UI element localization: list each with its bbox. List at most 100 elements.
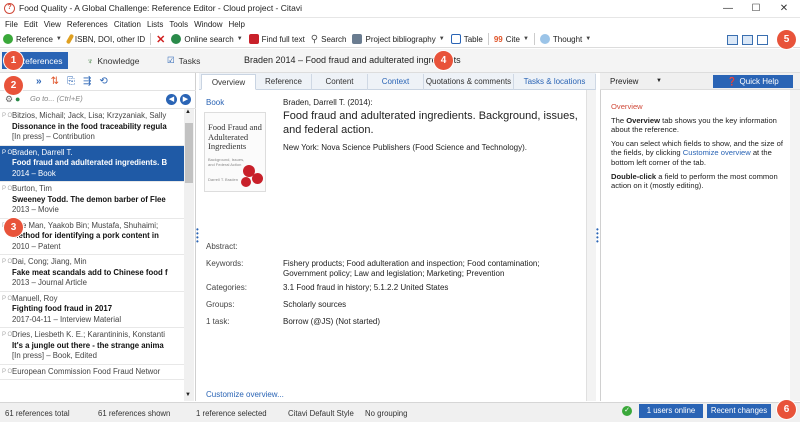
customize-overview-link[interactable]: Customize overview... [206, 390, 284, 399]
reference-item-title: It's a jungle out there - the strange an… [12, 340, 164, 350]
close-button[interactable]: ✕ [770, 0, 798, 18]
reference-list-scrollbar[interactable]: ▲ ▼ [184, 109, 194, 401]
thought-button[interactable]: Thought ▼ [537, 32, 594, 47]
preview-dropdown[interactable]: Preview [610, 77, 638, 86]
cover-subtitle: Background, Issues, and Federal Action [208, 157, 245, 167]
tab-overview[interactable]: Overview [201, 74, 256, 90]
status-shown: 61 references shown [98, 409, 171, 418]
table-button[interactable]: Table [448, 32, 486, 47]
tab-tasks-locations[interactable]: Tasks & locations [514, 74, 596, 90]
menu-citation[interactable]: Citation [114, 20, 141, 29]
menu-references[interactable]: References [67, 20, 108, 29]
find-full-text-button[interactable]: Find full text [246, 32, 308, 47]
recent-changes-button[interactable]: Recent changes [707, 404, 771, 418]
quick-help-button[interactable]: ❓ Quick Help [713, 75, 793, 88]
callout-badge: 5 [777, 30, 796, 49]
isbn-button[interactable]: ISBN, DOI, other ID [65, 32, 148, 47]
menu-window[interactable]: Window [194, 20, 222, 29]
splitter-handle[interactable]: • • • • [596, 226, 599, 246]
maximize-button[interactable]: ☐ [742, 0, 770, 18]
next-button[interactable]: ▶ [180, 94, 191, 105]
scroll-up-icon[interactable]: ▲ [185, 109, 191, 115]
reference-author: Dries, Liesbeth K. E.; Karantininis, Kon… [12, 330, 165, 339]
scroll-down-icon[interactable]: ▼ [185, 392, 191, 398]
tab-context[interactable]: Context [368, 74, 424, 90]
reference-list-item[interactable]: P OChe Man, Yaakob Bin; Mustafa, Shuhaim… [0, 219, 184, 255]
online-search-button[interactable]: Online search ▼ [168, 32, 245, 47]
berry-decoration [241, 177, 251, 187]
grouping-status[interactable]: No grouping [365, 409, 407, 418]
minimize-button[interactable]: — [714, 0, 742, 18]
chevron-down-icon[interactable]: ▼ [656, 78, 662, 84]
go-to-input[interactable]: Go to... (Ctrl+E) [30, 94, 160, 106]
help-paragraph: The Overview tab shows you the key infor… [611, 115, 777, 135]
status-marker-icon: P O [2, 295, 13, 302]
sync-icon[interactable]: ⟲ [99, 76, 107, 87]
chevron-down-icon: ▼ [438, 36, 445, 42]
reference-list-item[interactable]: P O Dai, Cong; Jiang, Min Fake meat scanda… [0, 255, 184, 292]
delete-button[interactable]: ✕ [153, 32, 168, 47]
customize-overview-help-link[interactable]: Customize overview [683, 148, 751, 157]
author-line: Braden, Darrell T. (2014): [283, 98, 373, 107]
chevron-down-icon: ▼ [585, 36, 592, 42]
search-button[interactable]: ⚲ Search [308, 32, 350, 47]
main-toolbar: Reference ▼ ISBN, DOI, other ID ✕ Online … [0, 31, 800, 48]
tab-content[interactable]: Content [312, 74, 368, 90]
help-paragraph: Double-click a field to perform the most… [611, 171, 778, 191]
layout-three-pane-icon[interactable] [727, 35, 738, 45]
add-reference-button[interactable]: Reference ▼ [0, 32, 65, 47]
project-bibliography-button[interactable]: Project bibliography ▼ [349, 32, 447, 47]
reference-type[interactable]: Book [206, 98, 224, 107]
tab-knowledge[interactable]: ♆ Knowledge [82, 52, 144, 69]
merge-icon[interactable]: ⇶ [83, 76, 91, 87]
help-icon: ❓ [727, 77, 740, 86]
reference-list-item[interactable]: P O Manuell, Roy Fighting food fraud in 20… [0, 292, 184, 328]
status-marker-icon: P O [2, 368, 13, 375]
checklist-icon: ☑ [167, 55, 175, 65]
menu-lists[interactable]: Lists [147, 20, 163, 29]
previous-button[interactable]: ◀ [166, 94, 177, 105]
keywords-label: Keywords: [206, 259, 244, 268]
settings-icon[interactable]: ⚙ [5, 94, 13, 105]
scrollbar-thumb[interactable] [185, 123, 193, 183]
reference-list-item[interactable]: P O European Commission Food Fraud Networ [0, 365, 184, 380]
layout-two-pane-icon[interactable] [742, 35, 753, 45]
menu-file[interactable]: File [5, 20, 18, 29]
search-icon: ⚲ [310, 33, 319, 45]
tab-reference[interactable]: Reference [256, 74, 312, 90]
toolbar-divider [533, 33, 535, 45]
globe-icon[interactable]: ● [15, 94, 20, 104]
book-cover-image[interactable]: Food Fraud and Adulterated Ingredients B… [204, 112, 266, 192]
sort-icon[interactable]: ⇅ [51, 76, 59, 87]
copy-icon[interactable]: ⎘ [67, 76, 75, 87]
reference-meta: 2014 – Book [12, 168, 56, 178]
reference-list-item[interactable]: P O Burton, Tim Sweeney Todd. The demon ba… [0, 182, 184, 219]
menu-help[interactable]: Help [229, 20, 245, 29]
preview-scrollbar[interactable] [790, 90, 800, 401]
groups-value[interactable]: Scholarly sources [283, 300, 583, 310]
reference-list-item[interactable]: P O Braden, Darrell T. Food fraud and adul… [0, 145, 184, 182]
menu-edit[interactable]: Edit [24, 20, 38, 29]
tab-quotations[interactable]: Quotations & comments [424, 74, 514, 90]
reference-title[interactable]: Food fraud and adulterated ingredients. … [283, 110, 583, 137]
reference-meta: [In press] – Contribution [12, 132, 95, 141]
tab-tasks[interactable]: ☑ Tasks [162, 52, 205, 69]
callout-badge: 1 [4, 51, 23, 70]
users-online-button[interactable]: 1 users online [639, 404, 703, 418]
reference-list-item[interactable]: P O Bitzios, Michail; Jack, Lisa; Krzyzan… [0, 109, 184, 146]
collapse-icon[interactable]: » [36, 76, 42, 87]
categories-value[interactable]: 3.1 Food fraud in history; 5.1.2.2 Unite… [283, 283, 583, 293]
tasks-value[interactable]: Borrow (@JS) (Not started) [283, 317, 583, 327]
knowledge-tree-icon: ♆ [87, 55, 94, 66]
reference-list-item[interactable]: P O Dries, Liesbeth K. E.; Karantininis, … [0, 328, 184, 365]
menu-view[interactable]: View [44, 20, 61, 29]
citation-style[interactable]: Citavi Default Style [288, 409, 354, 418]
menu-tools[interactable]: Tools [169, 20, 188, 29]
help-paragraph: You can select which fields to show, and… [611, 138, 783, 167]
status-marker-icon: P O [2, 113, 13, 119]
cite-button[interactable]: 99 Cite ▼ [491, 32, 532, 47]
editor-scrollbar[interactable] [586, 90, 596, 401]
callout-badge: 2 [4, 76, 23, 95]
layout-single-pane-icon[interactable] [757, 35, 768, 45]
keywords-value[interactable]: Fishery products; Food adulteration and … [283, 259, 583, 279]
